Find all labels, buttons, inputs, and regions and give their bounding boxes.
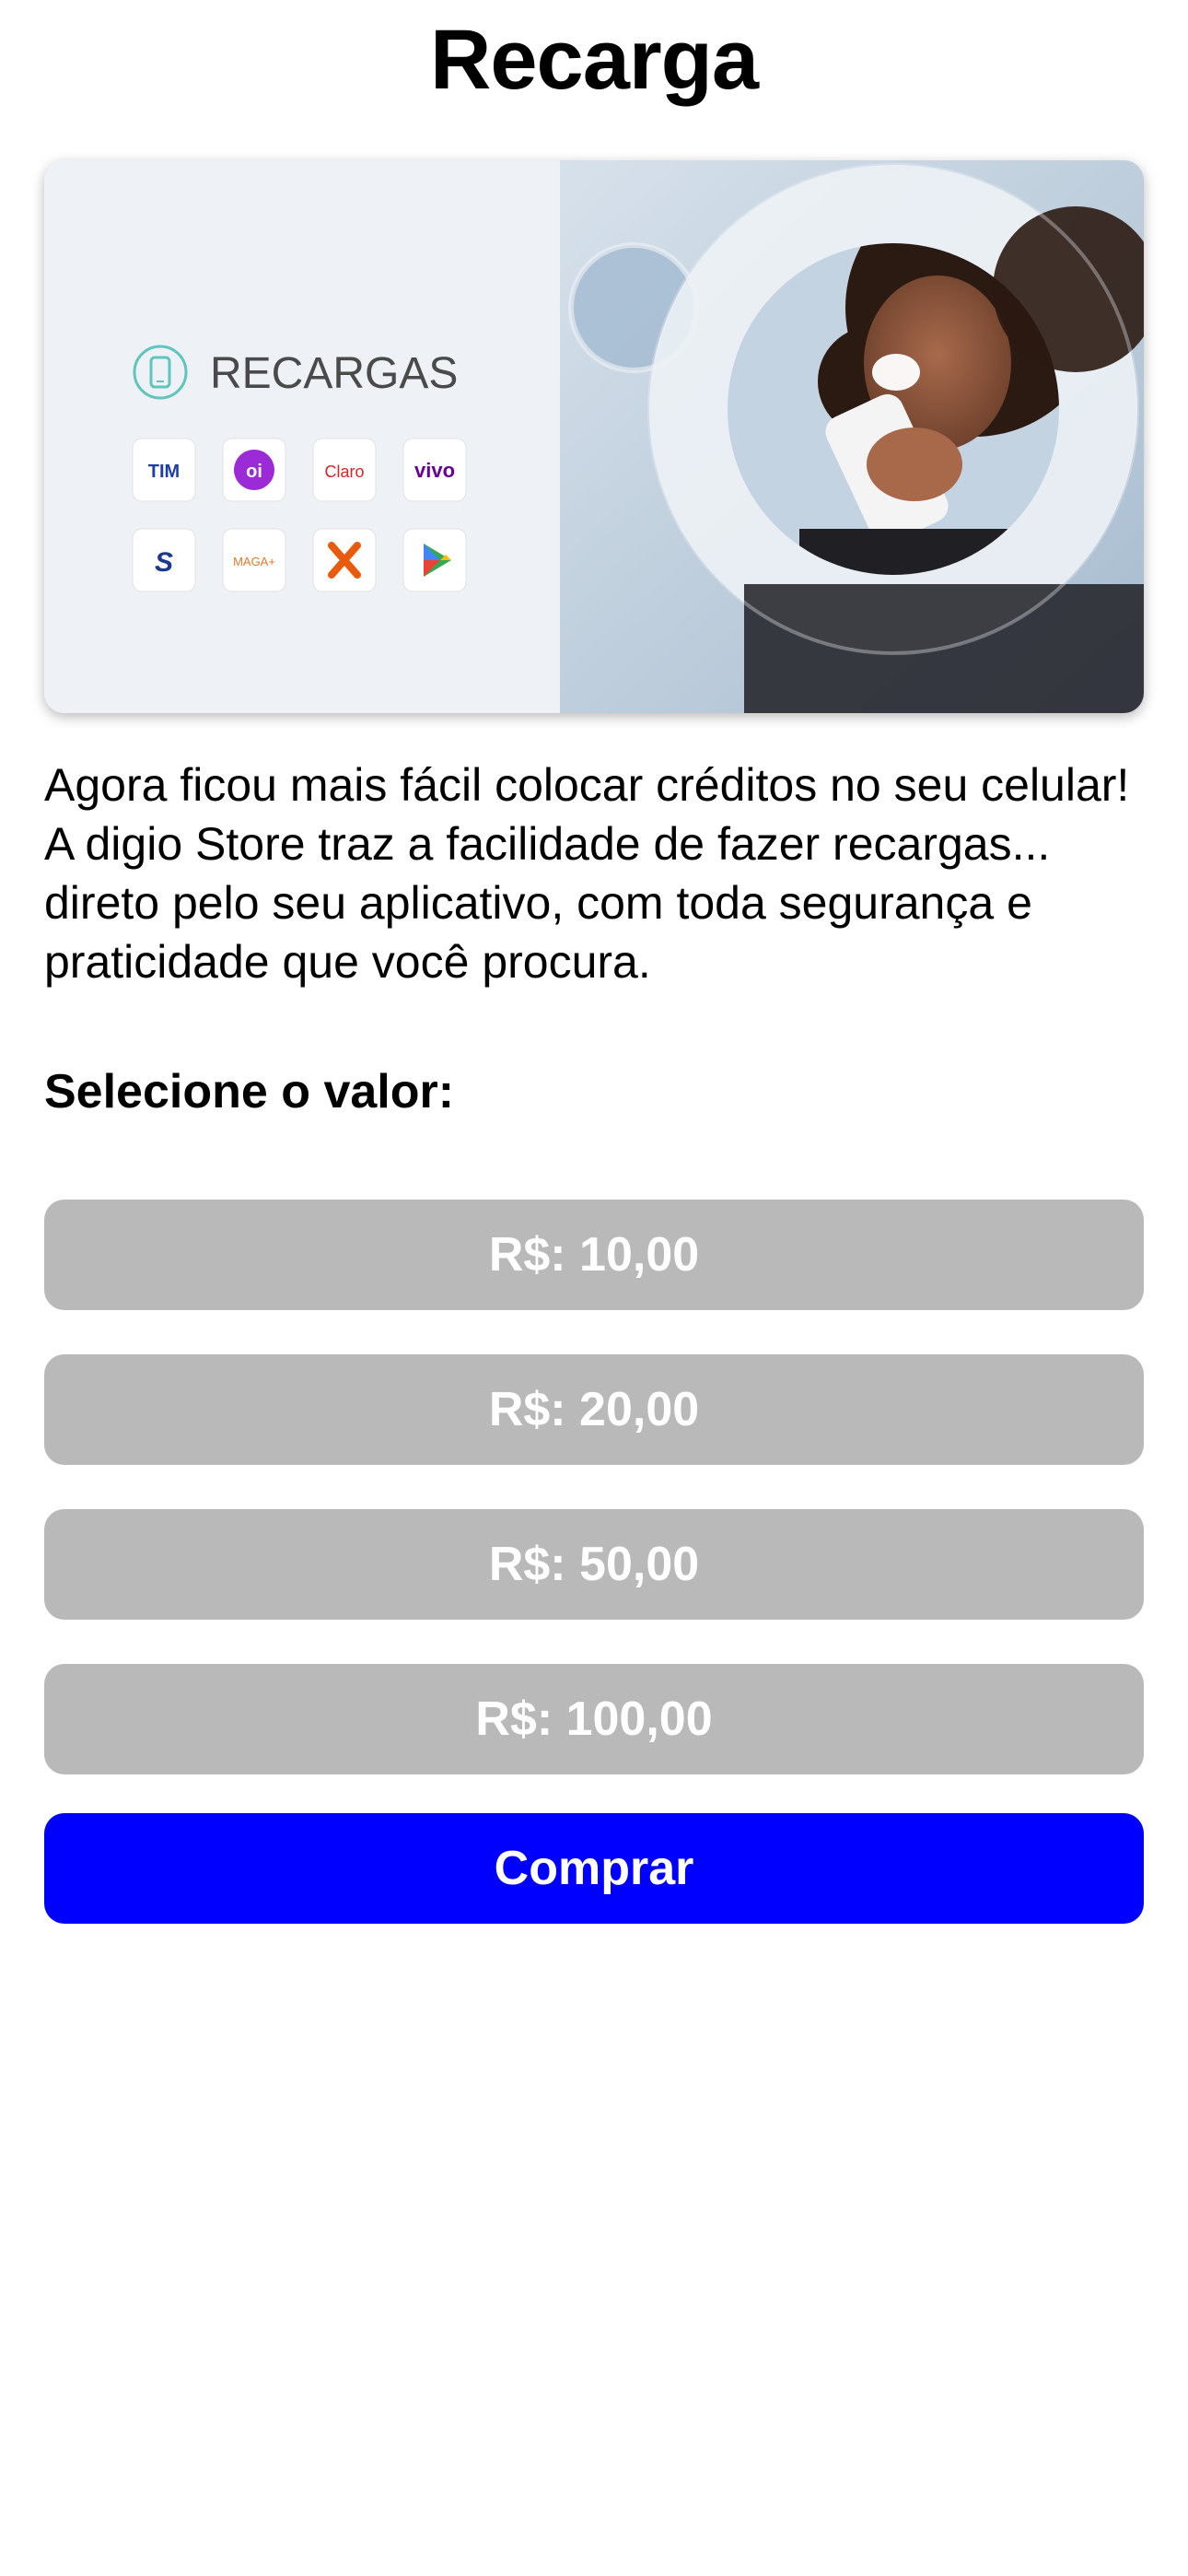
- claro-logo: Claro: [312, 438, 377, 502]
- value-button-20[interactable]: R$: 20,00: [44, 1354, 1144, 1465]
- banner-heading: RECARGAS: [210, 349, 458, 398]
- banner-graphic: RECARGAS TIM oi Claro vivo S MAGA+: [44, 160, 1144, 713]
- xbox-logo: [312, 528, 377, 592]
- page-title: Recarga: [429, 13, 759, 107]
- sky-logo-label: S: [155, 547, 173, 578]
- tim-logo-label: TIM: [148, 462, 180, 482]
- value-button-50[interactable]: R$: 50,00: [44, 1509, 1144, 1620]
- buy-button[interactable]: Comprar: [44, 1813, 1144, 1924]
- vivo-logo-label: vivo: [414, 459, 455, 482]
- select-value-label: Selecione o valor:: [44, 1065, 455, 1118]
- vivo-logo: vivo: [402, 438, 467, 502]
- recharge-description: Agora ficou mais fácil colocar créditos …: [44, 759, 1130, 988]
- value-button-10[interactable]: R$: 10,00: [44, 1200, 1144, 1310]
- oi-logo-label: oi: [246, 462, 262, 482]
- magalu-logo-label: MAGA+: [233, 555, 275, 568]
- tim-logo: TIM: [132, 438, 196, 502]
- recharge-screen: Recarga RECARGAS TIM oi Claro vivo S MAG…: [0, 0, 1188, 2576]
- value-button-100[interactable]: R$: 100,00: [44, 1664, 1144, 1774]
- recharge-banner-image: RECARGAS TIM oi Claro vivo S MAGA+: [44, 160, 1144, 713]
- google-play-logo: [402, 528, 467, 592]
- sky-logo: S: [132, 528, 196, 592]
- magalu-logo: MAGA+: [222, 528, 286, 592]
- claro-logo-label: Claro: [324, 463, 364, 481]
- oi-logo: oi: [222, 438, 286, 502]
